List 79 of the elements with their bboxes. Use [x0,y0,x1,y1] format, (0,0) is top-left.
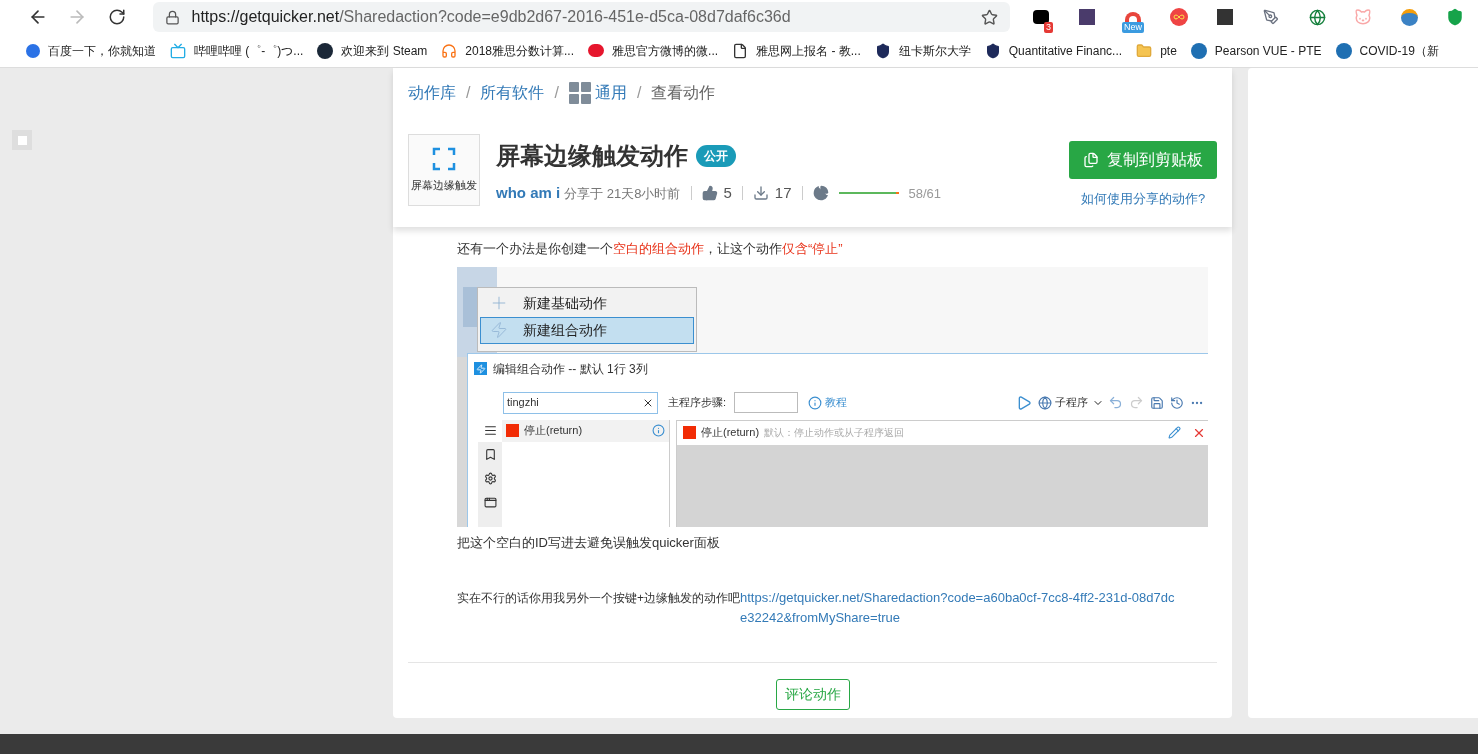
bookmark-link[interactable]: 雅思官方微博的微... [588,41,719,60]
crest-icon [874,42,891,59]
cat-icon [1354,8,1372,26]
download-count: 17 [774,183,792,203]
bookmark-link[interactable]: 百度一下，你就知道 [26,41,156,60]
menu-item[interactable]: 新建组合动作 [480,316,694,344]
folder-icon [1136,42,1153,59]
breadcrumb-link[interactable]: 动作库 [408,81,456,105]
breadcrumb-separator: / [466,83,471,103]
bookmark-link[interactable]: Quantitative Financ... [984,41,1123,60]
crest-icon [984,42,1001,59]
action-title: 屏幕边缘触发动作 [496,141,688,171]
stop-icon [506,424,519,437]
reload-icon[interactable] [107,8,126,26]
list-item[interactable]: 停止(return) [502,419,669,442]
bookmark-link[interactable]: pte [1136,41,1177,60]
public-badge: 公开 [696,145,736,167]
author-link[interactable]: who am i [496,182,561,205]
bookmark-link[interactable]: 2018雅思分数计算... [441,41,575,60]
pie-chart-icon [812,185,829,202]
breadcrumb-link[interactable]: 所有软件 [480,81,545,105]
like-count: 5 [723,183,732,203]
play-icon[interactable] [1016,394,1032,411]
shared-time: 分享于 21天8小时前 [564,184,681,203]
info-icon[interactable] [652,424,665,437]
pen-icon [1263,9,1279,25]
paragraph: 实在不行的话你用我另外一个按键+边缘触发的动作吧 [457,590,740,607]
download-icon [752,185,769,202]
lightning-icon [490,321,508,339]
window-title: 编辑组合动作 -- 默认 1行 3列 [493,360,648,378]
stop-icon [683,426,696,439]
breadcrumb-separator: / [636,83,642,103]
paragraph: 把这个空白的ID写进去避免误触发quicker面板 [457,533,721,552]
bookmark-link[interactable]: 雅思网上报名 - 教... [732,41,861,60]
infinity-icon [1170,8,1188,26]
extension-badge: 3 [1044,21,1053,33]
bookmark-link[interactable]: Pearson VUE - PTE [1190,41,1322,60]
save-icon[interactable] [1150,395,1164,410]
extension-badge: New [1122,21,1144,33]
step-description: 默认：停止动作或从子程序返回 [764,426,906,440]
thumbs-up-icon[interactable] [701,185,718,202]
share-link[interactable]: https://getquicker.net/Sharedaction?code=a60ba0cf-7cc8-4ff2-231d-08d7dce32242&fromMyShare=true [740,588,1177,628]
breadcrumb-current: 查看动作 [651,83,716,103]
bookmark-link[interactable]: 哔哩哔哩 (゜-゜)つ... [170,41,304,60]
menu-item[interactable]: 新建基础动作 [480,289,694,317]
help-link[interactable]: 如何使用分享的动作? [1080,189,1206,209]
usage-reading: 58/61 [908,184,942,203]
shield-icon [1446,8,1464,26]
address-bar[interactable]: https://getquicker.net/Sharedaction?code=e9db2d67-2016-451e-d5ca-08d7daf6c36d [152,2,1010,32]
globe-icon [1308,8,1326,26]
search-value: tingzhi [507,395,539,411]
fullscreen-icon [432,146,456,171]
subprogram-label[interactable]: 子程序 [1055,394,1088,411]
step-name: 停止(return) [701,425,760,441]
bookmark-link[interactable]: 欢迎来到 Steam [317,41,428,60]
search-field[interactable]: tingzhi [503,391,658,414]
steps-label: 主程序步骤: [668,395,727,411]
icon-caption: 屏幕边缘触发 [411,177,477,193]
bookmark-link[interactable]: COVID-19（新 [1335,41,1439,60]
steps-field[interactable] [734,392,799,413]
page-icon [732,42,749,59]
pencil-icon[interactable] [1168,426,1181,439]
paragraph: 还有一个办法是你创建一个空白的组合动作，让这个动作仅含“停止” [457,240,844,258]
copy-icon [1083,152,1099,168]
lightning-icon [474,362,487,375]
lock-icon[interactable] [164,9,180,25]
step-row[interactable]: 停止(return) 默认：停止动作或从子程序返回 [677,420,1208,445]
history-icon[interactable] [1170,395,1184,410]
grid-icon [568,82,591,104]
tv-icon [170,42,186,59]
breadcrumb-link[interactable]: 通用 [568,81,627,105]
info-icon[interactable] [808,395,823,410]
url-text: https://getquicker.net/Sharedaction?code=e9db2d67-2016-451e-d5ca-08d7daf6c36d [191,7,792,27]
breadcrumb-separator: / [554,83,559,103]
tutorial-link[interactable]: 教程 [825,394,848,411]
headset-icon [441,42,458,59]
bookmark-link[interactable]: 纽卡斯尔大学 [874,41,971,60]
undo-icon[interactable] [1108,395,1123,410]
star-icon[interactable] [981,8,998,26]
